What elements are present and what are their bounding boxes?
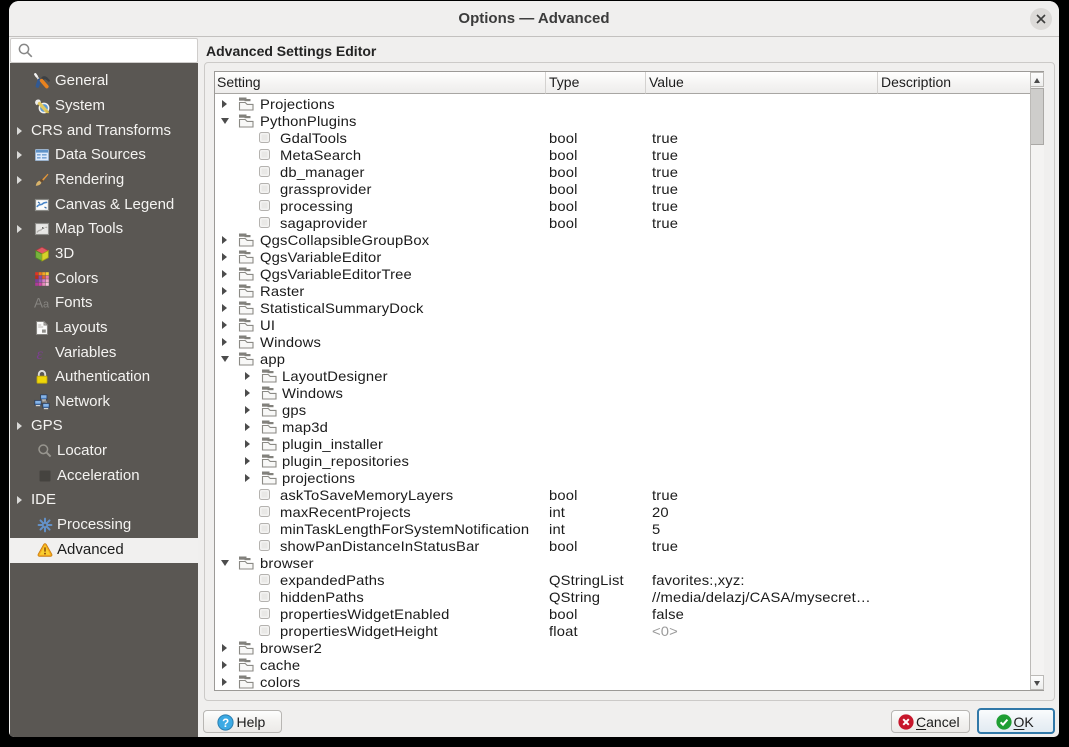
svg-text:a: a (43, 299, 50, 311)
svg-text:A: A (34, 296, 43, 311)
svg-text:?: ? (222, 718, 229, 730)
svg-text:ε: ε (37, 346, 44, 361)
